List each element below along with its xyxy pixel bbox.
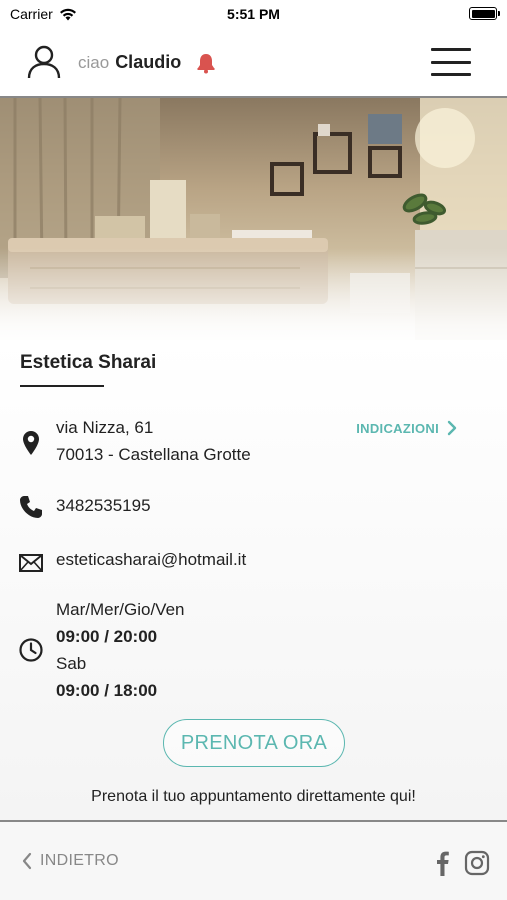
facebook-icon[interactable] [434,850,450,876]
address-line-1: via Nizza, 61 [56,418,154,437]
app-header: ciao Claudio [0,28,507,98]
chevron-right-icon [447,420,457,436]
menu-line [431,60,471,64]
status-bar: Carrier 5:51 PM [0,0,507,28]
book-now-button[interactable]: PRENOTA ORA [163,719,345,767]
footer-bar: INDIETRO [0,820,507,900]
directions-label: INDICAZIONI [356,420,439,436]
user-profile-icon[interactable] [26,44,62,80]
chevron-left-icon [22,852,32,870]
address-line-2: 70013 - Castellana Grotte [56,445,251,464]
back-button[interactable]: INDIETRO [22,852,119,870]
instagram-icon[interactable] [464,850,490,876]
back-label: INDIETRO [40,852,119,869]
hours-days-2: Sab [56,654,87,673]
hours-time-2: 09:00 / 18:00 [56,681,158,700]
hours-time-1: 09:00 / 20:00 [56,627,158,646]
phone-number[interactable]: 3482535195 [56,492,151,519]
menu-line [431,73,471,76]
hamburger-menu-button[interactable] [431,48,471,76]
directions-link[interactable]: INDICAZIONI [356,420,457,436]
clock-icon [19,638,43,662]
email-address[interactable]: esteticasharai@hotmail.it [56,546,246,573]
envelope-icon [19,554,43,572]
title-underline [20,385,104,387]
phone-icon [20,496,42,518]
user-name: Claudio [115,52,182,72]
booking-note: Prenota il tuo appuntamento direttamente… [91,788,416,805]
notification-bell-icon[interactable] [195,52,217,74]
business-details: Estetica Sharai via Nizza, 61 70013 - Ca… [0,340,507,822]
hours-days-1: Mar/Mer/Gio/Ven [56,600,185,619]
greeting-prefix: ciao [78,53,110,72]
status-time: 5:51 PM [227,6,280,22]
menu-line [431,48,471,51]
business-name: Estetica Sharai [20,352,157,373]
battery-icon [469,7,500,20]
location-pin-icon [23,431,39,455]
salon-photo [0,98,507,358]
user-greeting: ciao Claudio [78,52,181,73]
